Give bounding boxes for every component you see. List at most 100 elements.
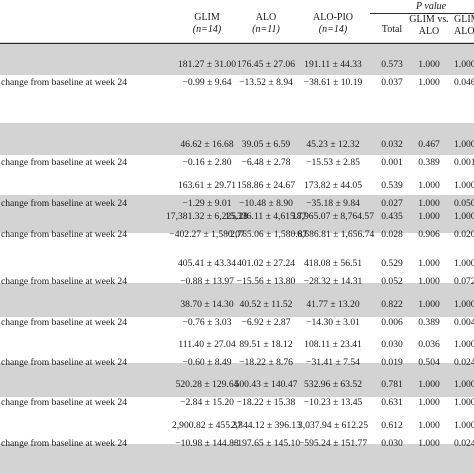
p-glim-vs-alopio: 0.004 [454,317,474,328]
alo-value: 39.05 ± 6.59 [241,139,291,150]
p-glim-vs-alopio: 0.024 [454,438,474,449]
p-total: 0.529 [381,258,403,269]
alopio-value: 41.77 ± 13.20 [306,299,360,310]
p-total: 0.030 [381,339,403,350]
alopio-value: −14.30 ± 3.01 [306,317,360,328]
p-glim-vs-alo: 0.906 [418,229,440,240]
p-glim-vs-alo: 1.000 [418,299,440,310]
p-glim-vs-alopio: 1.000 [454,299,474,310]
p-glim-vs-alo: 1.000 [418,211,440,222]
p-glim-vs-alo: 1.000 [418,59,440,70]
p-glim-vs-alopio: 0.072 [454,276,474,287]
alo-value: 401.02 ± 27.24 [236,258,296,269]
row-label: Mean change from baseline at week 24 [0,157,127,168]
p-glim-vs-alopio: 1.000 [454,139,474,150]
row-label: Mean change from baseline at week 24 [0,317,127,328]
p-glim-vs-alopio: 0.020 [454,229,474,240]
alo-value: −10.48 ± 8.90 [239,198,293,209]
glim-value: 38.70 ± 14.30 [180,299,234,310]
alopio-value: 45.23 ± 12.32 [306,139,360,150]
p-glim-vs-alo: 1.000 [418,438,440,449]
alopio-value: 418.08 ± 56.51 [303,258,363,269]
p-glim-vs-alopio: 0.050 [454,198,474,209]
alopio-value: 18,965.07 ± 8,764.57 [291,211,375,222]
row-label: Mean change from baseline at week 24 [0,397,127,408]
p-glim-vs-alo: 1.000 [418,180,440,191]
p-glim-vs-alo: 1.000 [418,379,440,390]
glim-value: −0.99 ± 9.64 [182,77,232,88]
p-glim-vs-alopio: 0.046 [454,77,474,88]
p-glim-vs-alo: 1.000 [418,198,440,209]
alopio-value: −35.18 ± 9.84 [306,198,360,209]
p-total: 0.030 [381,438,403,449]
glim-value: 111.40 ± 27.04 [178,339,236,350]
p-glim-vs-alopio: 1.000 [454,258,474,269]
alopio-value: −15.53 ± 2.85 [306,157,360,168]
p-total: 0.001 [381,157,403,168]
p-glim-vs-alopio: 1.000 [454,379,474,390]
alopio-value: −38.61 ± 10.19 [303,77,363,88]
p-total: 0.612 [381,420,403,431]
row-label: Mean change from baseline at week 24 [0,198,127,209]
p-glim-vs-alo: 1.000 [418,276,440,287]
alopio-value: −6,686.81 ± 1,656.74 [291,229,375,240]
glim-vs-alopio-header-line2: ALO-PIO [454,26,474,37]
alo-value: −18.22 ± 15.38 [236,397,296,408]
glim-value: 181.27 ± 31.00 [177,59,237,70]
glim-value: 405.41 ± 43.34 [177,258,237,269]
p-glim-vs-alo: 1.000 [418,258,440,269]
p-glim-vs-alo: 0.036 [418,339,440,350]
p-total: 0.435 [381,211,403,222]
p-total: 0.631 [381,397,403,408]
p-glim-vs-alopio: 1.000 [454,180,474,191]
p-total: 0.539 [381,180,403,191]
p-glim-vs-alopio: 0.001 [454,157,474,168]
p-total: 0.822 [381,299,403,310]
total-header: Total [381,24,403,35]
p-glim-vs-alo: 0.467 [418,139,440,150]
alo-value: 40.52 ± 11.52 [239,299,293,310]
row-label: Mean change from baseline at week 24 [0,77,127,88]
alopio-value: −10.23 ± 13.45 [303,397,363,408]
glim-value: −10.98 ± 144.88 [175,438,239,449]
pvalue-header: P value [415,1,447,12]
alo-value: 2,844.12 ± 396.13 [230,420,302,431]
glim-vs-alo-header-line1: GLIM vs. [409,14,449,25]
glim-value: 163.61 ± 29.71 [177,180,237,191]
alopio-n: (n=14) [318,24,348,35]
glim-column-title: GLIM [194,12,220,23]
p-glim-vs-alopio: 1.000 [454,339,474,350]
alo-value: −15.56 ± 13.80 [236,276,296,287]
p-glim-vs-alopio: 1.000 [454,59,474,70]
alo-value: −6.48 ± 2.78 [241,157,291,168]
p-glim-vs-alo: 1.000 [418,397,440,408]
alo-value: 500.43 ± 140.47 [234,379,298,390]
glim-value: −2.84 ± 15.20 [180,397,234,408]
p-total: 0.027 [381,198,403,209]
alo-value: 158.86 ± 24.67 [236,180,296,191]
p-glim-vs-alo: 0.389 [418,317,440,328]
p-glim-vs-alo: 1.000 [418,420,440,431]
alo-n: (n=11) [252,24,280,35]
alopio-value: 173.82 ± 44.05 [303,180,363,191]
alopio-value: −595.24 ± 151.77 [298,438,368,449]
p-total: 0.573 [381,59,403,70]
glim-value: 46.62 ± 16.68 [180,139,234,150]
p-glim-vs-alopio: 1.000 [454,420,474,431]
p-total: 0.037 [381,77,403,88]
alopio-value: 108.11 ± 23.41 [304,339,362,350]
glim-vs-alopio-header-line1: GLIM vs. [454,14,474,25]
glim-value: −0.88 ± 13.97 [180,276,234,287]
row-label: Mean change from baseline at week 24 [0,357,127,368]
header-bottom-rule [0,43,474,44]
glim-vs-alo-header-line2: ALO [418,26,440,37]
p-glim-vs-alopio: 1.000 [454,397,474,408]
alo-value: −18.22 ± 8.76 [239,357,293,368]
alopio-value: −31.41 ± 7.54 [306,357,360,368]
p-glim-vs-alopio: 1.000 [454,211,474,222]
row-label: Mean change from baseline at week 24 [0,438,127,449]
alo-column-title: ALO [255,12,277,23]
glim-value: −1.29 ± 9.01 [182,198,232,209]
glim-value: −0.76 ± 3.03 [182,317,232,328]
p-total: 0.006 [381,317,403,328]
